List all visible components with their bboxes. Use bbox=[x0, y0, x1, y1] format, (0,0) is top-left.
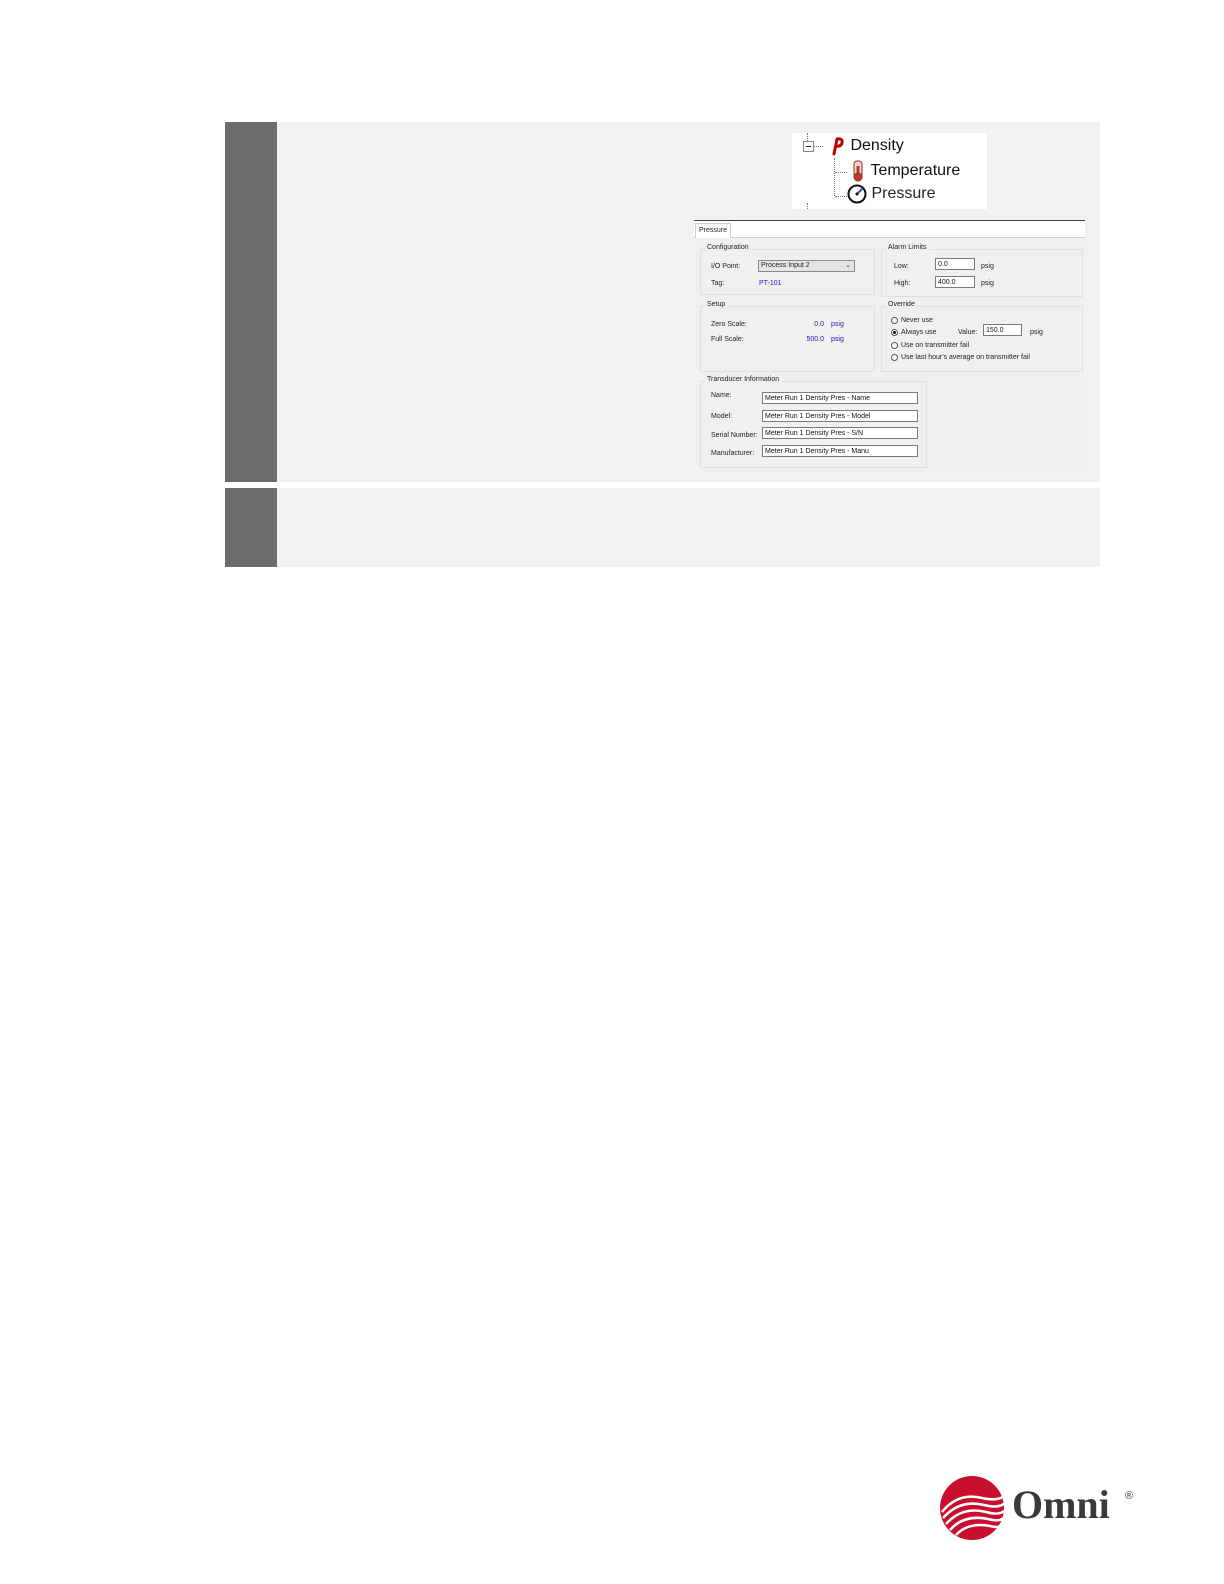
tree-item-pressure[interactable]: Pressure bbox=[847, 184, 935, 204]
full-scale-value: 500.0 bbox=[806, 336, 824, 343]
collapse-icon[interactable] bbox=[803, 141, 814, 152]
override-value-unit: psig bbox=[1030, 329, 1043, 336]
transducer-manufacturer-label: Manufacturer: bbox=[711, 450, 755, 457]
override-last-hour-radio[interactable] bbox=[891, 354, 898, 361]
tree-line bbox=[834, 158, 835, 196]
override-option-label: Always use bbox=[901, 329, 937, 336]
group-title: Alarm Limits bbox=[886, 244, 929, 251]
high-limit-label: High: bbox=[894, 280, 911, 287]
override-value-input[interactable]: 150.0 bbox=[983, 324, 1022, 336]
full-scale-label: Full Scale: bbox=[711, 336, 744, 343]
group-title: Setup bbox=[705, 301, 728, 308]
transducer-serial-input[interactable]: Meter Run 1 Density Pres - S/N bbox=[762, 427, 918, 439]
group-title: Configuration bbox=[705, 244, 751, 251]
pressure-dialog: Pressure Configuration I/O Point: Proces… bbox=[694, 220, 1085, 473]
override-never-radio[interactable] bbox=[891, 317, 898, 324]
zero-scale-label: Zero Scale: bbox=[711, 321, 747, 328]
low-limit-input[interactable]: 0.0 bbox=[935, 258, 975, 270]
io-point-value: Process Input 2 bbox=[761, 262, 810, 269]
transducer-manufacturer-input[interactable]: Meter Run 1 Density Pres - Manu bbox=[762, 445, 918, 457]
transducer-serial-label: Serial Number: bbox=[711, 432, 758, 439]
tag-value: PT-101 bbox=[759, 280, 782, 287]
pressure-gauge-icon bbox=[847, 184, 867, 204]
configuration-group: Configuration bbox=[700, 244, 875, 295]
transducer-model-label: Model: bbox=[711, 413, 733, 420]
io-point-select[interactable]: Process Input 2 ⌄ bbox=[758, 260, 855, 272]
tree-line bbox=[807, 203, 808, 209]
alarm-limits-group: Alarm Limits bbox=[881, 244, 1083, 297]
group-title: Transducer Information bbox=[705, 376, 782, 383]
low-limit-unit: psig bbox=[981, 263, 994, 270]
registered-mark: ® bbox=[1125, 1490, 1134, 1502]
transducer-name-input[interactable]: Meter Run 1 Density Pres - Name bbox=[762, 392, 918, 404]
zero-scale-unit: psig bbox=[831, 321, 844, 328]
tree-item-label: Density bbox=[850, 137, 904, 155]
high-limit-unit: psig bbox=[981, 280, 994, 287]
io-point-label: I/O Point: bbox=[711, 263, 741, 270]
step-number-bar bbox=[225, 122, 277, 482]
override-option-label: Use on transmitter fail bbox=[901, 342, 970, 349]
tab-pressure[interactable]: Pressure bbox=[695, 223, 731, 238]
tree-line bbox=[813, 146, 823, 147]
full-scale-unit: psig bbox=[831, 336, 844, 343]
transducer-model-input[interactable]: Meter Run 1 Density Pres - Model bbox=[762, 410, 918, 422]
override-on-fail-radio[interactable] bbox=[891, 342, 898, 349]
tree-line bbox=[835, 196, 847, 197]
tree-item-density[interactable]: Density bbox=[826, 136, 904, 156]
tree-line bbox=[835, 172, 847, 173]
override-option-label: Never use bbox=[901, 317, 933, 324]
thermometer-icon bbox=[853, 160, 863, 182]
logo-wordmark: Omni bbox=[1012, 1482, 1110, 1527]
tag-label: Tag: bbox=[711, 280, 725, 287]
tree-item-label: Pressure bbox=[871, 185, 936, 203]
tree-item-temperature[interactable]: Temperature bbox=[850, 160, 960, 182]
override-value-label: Value: bbox=[958, 329, 978, 336]
tree-line bbox=[807, 133, 808, 141]
high-limit-input[interactable]: 400.0 bbox=[935, 276, 975, 288]
group-title: Override bbox=[886, 301, 917, 308]
chevron-down-icon: ⌄ bbox=[845, 262, 851, 269]
tab-strip: Pressure bbox=[694, 221, 1085, 238]
transducer-name-label: Name: bbox=[711, 392, 732, 399]
tree-item-label: Temperature bbox=[870, 162, 961, 180]
step-panel-2 bbox=[225, 488, 1100, 567]
low-limit-label: Low: bbox=[894, 263, 909, 270]
density-icon bbox=[832, 137, 844, 156]
omni-logo: Omni ® bbox=[938, 1472, 1138, 1542]
zero-scale-value: 0.0 bbox=[814, 321, 824, 328]
override-option-label: Use last hour's average on transmitter f… bbox=[901, 354, 1030, 361]
step-number-bar bbox=[225, 488, 277, 567]
omni-swirl-icon bbox=[940, 1476, 1007, 1540]
override-always-radio[interactable] bbox=[891, 329, 898, 336]
